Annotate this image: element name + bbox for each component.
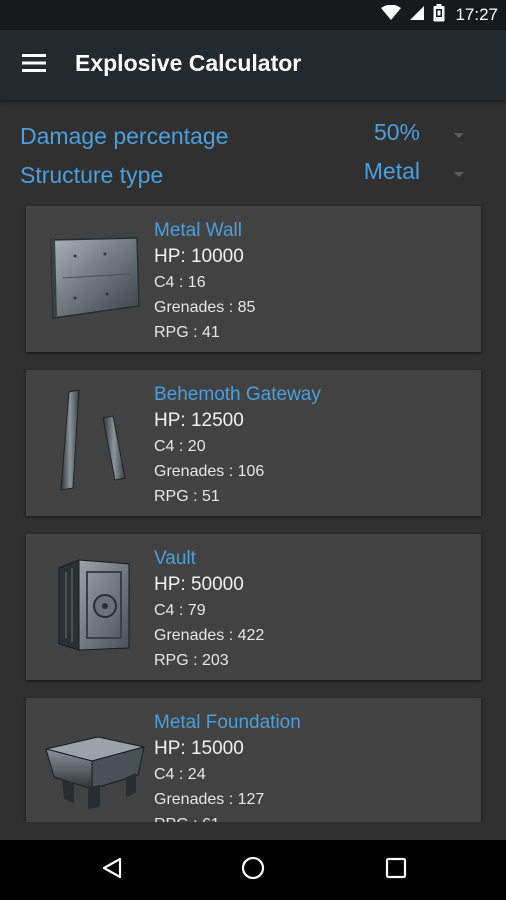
structure-grenades: Grenades : 422: [154, 627, 265, 644]
damage-percentage-row: Damage percentage 50%: [20, 119, 476, 153]
damage-percentage-value: 50%: [373, 119, 420, 145]
structure-hp: HP: 12500: [154, 410, 244, 431]
dropdown-arrow-icon: [454, 133, 464, 138]
structure-card-behemoth-gateway[interactable]: Behemoth Gateway HP: 12500 C4 : 20 Grena…: [26, 370, 481, 516]
damage-percentage-spinner[interactable]: 50%: [316, 119, 476, 153]
status-bar: 17:27: [0, 0, 506, 30]
structure-hp: HP: 50000: [154, 574, 244, 595]
home-button[interactable]: [223, 850, 283, 890]
damage-percentage-label: Damage percentage: [20, 122, 229, 149]
structure-type-value: Metal: [363, 158, 420, 184]
structure-rpg: RPG : 203: [154, 652, 229, 669]
battery-icon: [433, 3, 445, 27]
behemoth-gateway-icon: [45, 388, 145, 497]
back-button[interactable]: [82, 850, 142, 890]
structure-details: Metal Foundation HP: 15000 C4 : 24 Grena…: [154, 710, 301, 822]
back-triangle-icon: [100, 856, 124, 885]
structure-c4: C4 : 16: [154, 274, 206, 291]
structure-card-vault[interactable]: Vault HP: 50000 C4 : 79 Grenades : 422 R…: [26, 534, 481, 680]
structure-type-row: Structure type Metal: [20, 158, 476, 192]
cell-signal-icon: [409, 5, 425, 26]
structure-name: Vault: [154, 548, 196, 569]
metal-foundation-icon: [40, 723, 150, 818]
structure-grenades: Grenades : 127: [154, 791, 265, 808]
structure-name: Metal Foundation: [154, 712, 301, 733]
recents-button[interactable]: [366, 850, 426, 890]
structure-rpg: RPG : 41: [154, 324, 220, 341]
structure-details: Metal Wall HP: 10000 C4 : 16 Grenades : …: [154, 218, 255, 345]
structure-details: Behemoth Gateway HP: 12500 C4 : 20 Grena…: [154, 382, 321, 509]
structure-type-spinner[interactable]: Metal: [316, 158, 476, 192]
structure-hp: HP: 10000: [154, 246, 244, 267]
structure-rpg: RPG : 51: [154, 488, 220, 505]
hamburger-menu-icon: [22, 53, 46, 78]
structure-grenades: Grenades : 106: [154, 463, 265, 480]
recents-square-icon: [385, 857, 407, 884]
status-time: 17:27: [455, 5, 498, 24]
structure-name: Metal Wall: [154, 220, 242, 241]
structure-name: Behemoth Gateway: [154, 384, 321, 405]
structure-card-metal-foundation[interactable]: Metal Foundation HP: 15000 C4 : 24 Grena…: [26, 698, 481, 822]
page-title: Explosive Calculator: [75, 50, 302, 76]
status-icons: 17:27: [381, 3, 498, 27]
structure-c4: C4 : 79: [154, 602, 206, 619]
structure-list[interactable]: Metal Wall HP: 10000 C4 : 16 Grenades : …: [0, 200, 506, 822]
structure-image: [36, 222, 154, 334]
structure-c4: C4 : 20: [154, 438, 206, 455]
vault-icon: [45, 552, 145, 661]
structure-grenades: Grenades : 85: [154, 299, 256, 316]
structure-rpg: RPG : 61: [154, 812, 301, 822]
structure-image: [36, 714, 154, 822]
metal-wall-icon: [45, 228, 145, 329]
menu-button[interactable]: [14, 46, 54, 84]
structure-type-label: Structure type: [20, 161, 164, 188]
structure-image: [36, 386, 154, 498]
dropdown-arrow-icon: [454, 172, 464, 177]
navigation-bar: [0, 840, 506, 900]
structure-c4: C4 : 24: [154, 766, 206, 783]
app-bar: Explosive Calculator: [0, 30, 506, 100]
structure-hp: HP: 15000: [154, 738, 244, 759]
structure-card-metal-wall[interactable]: Metal Wall HP: 10000 C4 : 16 Grenades : …: [26, 206, 481, 352]
home-circle-icon: [241, 856, 265, 885]
structure-details: Vault HP: 50000 C4 : 79 Grenades : 422 R…: [154, 546, 264, 673]
wifi-icon: [381, 4, 402, 26]
structure-image: [36, 550, 154, 662]
